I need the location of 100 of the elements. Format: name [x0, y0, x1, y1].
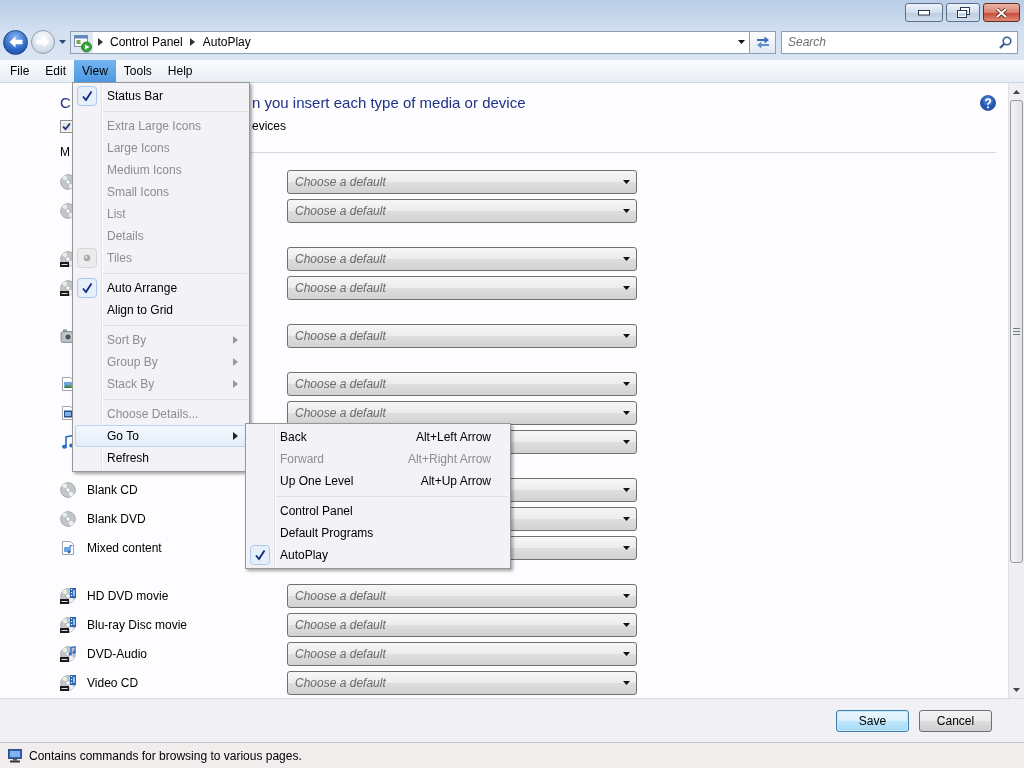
heading-text: n you insert each type of media or device — [252, 93, 526, 113]
caret-icon — [1013, 89, 1020, 94]
caret-icon — [737, 40, 745, 44]
dropdown[interactable]: Choose a default — [287, 612, 637, 637]
refresh-icon — [754, 35, 771, 49]
disc-icon — [60, 481, 76, 498]
grip-icon — [1013, 328, 1020, 335]
dialog-button[interactable]: Save — [836, 709, 909, 732]
menu-item[interactable]: Go To — [75, 425, 247, 447]
caret-icon — [1013, 687, 1020, 692]
restore-button[interactable] — [946, 3, 980, 22]
caret-icon — [190, 38, 196, 46]
film-disc-icon — [60, 587, 76, 604]
caret-icon — [623, 593, 630, 598]
back-button[interactable] — [3, 29, 28, 55]
caret-icon — [623, 410, 630, 415]
check-icon — [77, 278, 97, 298]
caret-icon — [623, 285, 630, 290]
close-icon — [995, 6, 1008, 19]
dropdown[interactable]: Choose a default — [287, 275, 637, 300]
checkbox-label: evices — [252, 119, 286, 133]
disc-icon — [60, 510, 76, 527]
caret-icon — [233, 336, 238, 344]
menu-item[interactable]: Auto Arrange — [75, 277, 247, 299]
menu-item[interactable]: Control Panel — [248, 500, 508, 522]
caret-icon — [623, 179, 630, 184]
computer-icon — [7, 748, 23, 763]
caret-icon — [623, 439, 630, 444]
menu-item[interactable]: Refresh — [75, 447, 247, 469]
section-label: M — [60, 145, 70, 159]
scrollbar-thumb[interactable] — [1010, 100, 1023, 563]
menu-item[interactable]: Back Alt+Left Arrow — [248, 426, 508, 448]
left-arrow-icon — [8, 36, 23, 48]
shortcut-label: Alt+Left Arrow — [414, 430, 492, 444]
caret-icon — [97, 38, 103, 46]
film-disc-icon — [60, 616, 76, 633]
menu-bar-item[interactable]: Edit — [37, 60, 75, 82]
dropdown[interactable]: Choose a default — [287, 583, 637, 608]
dropdown[interactable]: Choose a default — [287, 670, 637, 695]
caret-icon — [623, 516, 630, 521]
close-button[interactable] — [983, 3, 1020, 22]
breadcrumb-link[interactable]: Control Panel — [107, 31, 186, 53]
caret-icon — [623, 545, 630, 550]
caret-icon — [623, 256, 630, 261]
play-window-icon — [71, 31, 93, 53]
media-type-label: Video CD — [87, 675, 139, 690]
search-field[interactable]: Search — [781, 30, 1018, 54]
menu-item[interactable]: Align to Grid — [75, 299, 247, 321]
caret-icon — [623, 333, 630, 338]
help-icon[interactable] — [980, 95, 996, 111]
menu-item[interactable]: Default Programs — [248, 522, 508, 544]
refresh-button[interactable] — [750, 30, 776, 54]
media-type-label: Blank CD — [87, 482, 138, 497]
media-type-label: Blank DVD — [87, 511, 146, 526]
dropdown[interactable]: Choose a default — [287, 400, 637, 425]
music-disc-icon — [60, 645, 76, 662]
caret-icon — [623, 680, 630, 685]
dropdown[interactable]: Choose a default — [287, 198, 637, 223]
status-text: Contains commands for browsing to various pages. — [29, 748, 302, 763]
menu-bar-item[interactable]: Help — [159, 60, 201, 82]
menu-bar-item[interactable]: View — [74, 60, 116, 82]
shortcut-label: Alt+Right Arrow — [406, 452, 492, 466]
caret-icon — [623, 651, 630, 656]
dropdown[interactable]: Choose a default — [287, 641, 637, 666]
caret-icon — [623, 381, 630, 386]
caret-icon — [233, 432, 238, 440]
caret-icon — [623, 622, 630, 627]
caret-icon — [233, 358, 238, 366]
caret-icon — [58, 40, 66, 44]
caret-icon — [623, 208, 630, 213]
dropdown[interactable]: Choose a default — [287, 169, 637, 194]
dropdown[interactable]: Choose a default — [287, 246, 637, 271]
restore-icon — [956, 7, 970, 18]
right-arrow-icon — [36, 36, 50, 48]
minimize-button[interactable] — [905, 3, 943, 22]
dropdown[interactable]: Choose a default — [287, 371, 637, 396]
dialog-button[interactable]: Cancel — [919, 709, 992, 732]
scrollbar[interactable] — [1008, 83, 1024, 698]
menu-item[interactable]: Up One Level Alt+Up Arrow — [248, 470, 508, 492]
media-type-label: DVD-Audio — [87, 646, 148, 661]
search-icon[interactable] — [999, 35, 1012, 49]
menu-bar-item[interactable]: Tools — [115, 60, 160, 82]
shortcut-label: Alt+Up Arrow — [419, 474, 492, 488]
menu-item[interactable]: Status Bar — [75, 85, 247, 107]
address-bar[interactable]: Control Panel AutoPlay — [70, 30, 750, 54]
minimize-icon — [918, 9, 930, 16]
media-file-icon — [60, 539, 76, 556]
heading-text: C — [60, 93, 71, 113]
checkbox[interactable] — [60, 119, 73, 133]
menu-bar-item[interactable]: File — [2, 60, 38, 82]
media-type-label: Blu-ray Disc movie — [87, 617, 188, 632]
breadcrumb-link[interactable]: AutoPlay — [199, 31, 254, 53]
caret-icon — [623, 487, 630, 492]
film-disc-icon — [60, 674, 76, 691]
check-icon — [77, 86, 97, 106]
caret-icon — [233, 380, 238, 388]
media-type-label: HD DVD movie — [87, 588, 169, 603]
menu-item[interactable]: AutoPlay — [248, 544, 508, 566]
check-icon — [250, 545, 270, 565]
dropdown[interactable]: Choose a default — [287, 323, 637, 348]
